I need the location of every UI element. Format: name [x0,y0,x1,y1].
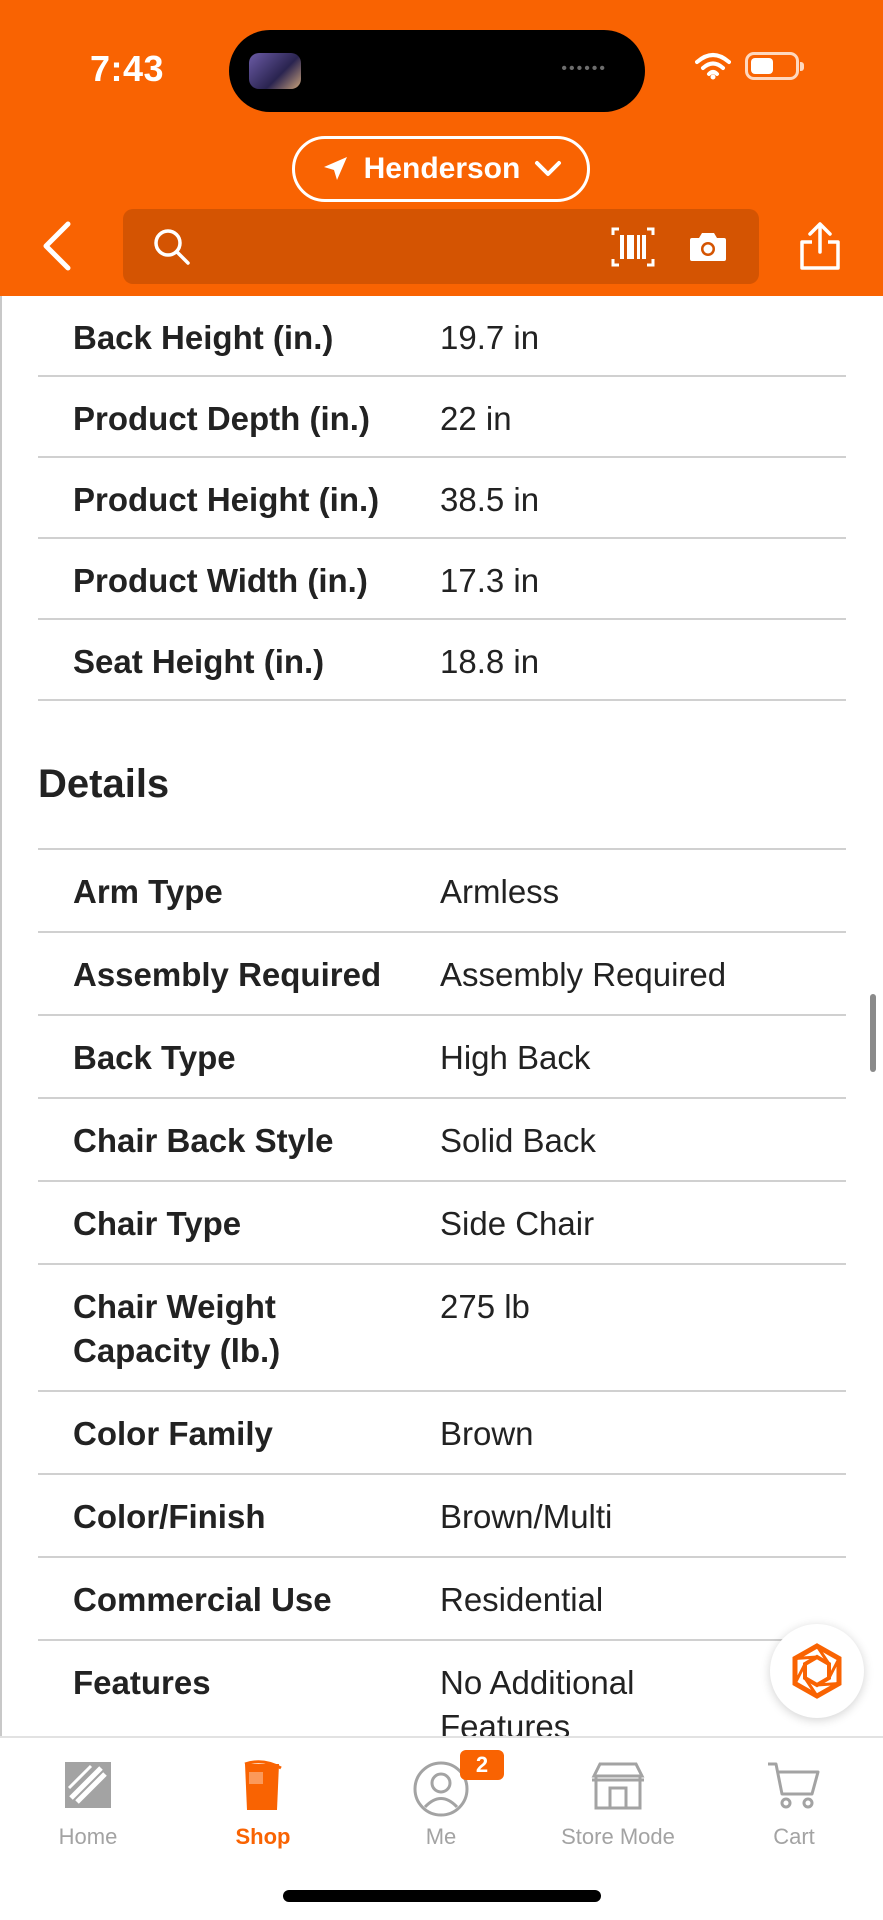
spec-value: Brown/Multi [440,1498,613,1535]
spec-label: Color/Finish [73,1498,266,1535]
island-indicator-dots: •••••• [561,60,607,77]
app-header: 7:43 •••••• Henderson [0,0,883,296]
spec-row: Chair Type Side Chair [38,1182,846,1265]
spec-row: Back Height (in.) 19.7 in [38,296,846,377]
spec-label: Chair Back Style [73,1122,334,1159]
spec-row: Product Width (in.) 17.3 in [38,539,846,620]
tab-me-label: Me [425,1824,457,1849]
details-table: Arm Type Armless Assembly Required Assem… [38,848,846,1736]
back-arrow-icon[interactable] [36,220,80,272]
search-input[interactable] [207,219,587,274]
barcode-scan-icon[interactable] [611,227,655,267]
spec-label: Seat Height (in.) [73,643,325,680]
chevron-down-icon [535,161,562,176]
camera-icon[interactable] [688,229,728,263]
cart-icon [768,1762,820,1809]
search-bar[interactable] [123,209,759,284]
spec-value: Assembly Required [440,956,727,993]
spec-row: Product Depth (in.) 22 in [38,377,846,458]
spec-value: 19.7 in [440,319,540,356]
store-icon [591,1762,645,1810]
live-activity-thumbnail [249,53,301,89]
spec-label: Features [73,1664,211,1701]
spec-label: Product Height (in.) [73,481,380,518]
spec-label: Product Width (in.) [73,562,368,599]
store-location-selector[interactable]: Henderson [292,136,590,202]
spec-label: Commercial Use [73,1581,332,1618]
spec-value: 275 lb [440,1288,530,1325]
spec-row: Product Height (in.) 38.5 in [38,458,846,539]
tab-store-mode-label: Store Mode [561,1824,675,1849]
specifications-content: Back Height (in.) 19.7 in Product Depth … [0,296,883,1736]
spec-label: Color Family [73,1415,273,1452]
spec-row: Seat Height (in.) 18.8 in [38,620,846,701]
spec-label: Assembly Required [73,956,382,993]
search-icon [154,229,190,265]
scrollbar[interactable] [870,994,876,1072]
spec-value: 38.5 in [440,481,540,518]
dimensions-table: Back Height (in.) 19.7 in Product Depth … [38,296,846,701]
tab-store-mode[interactable]: Store Mode [538,1752,698,1852]
spec-value: Residential [440,1581,604,1618]
spec-row: Assembly Required Assembly Required [38,933,846,1016]
status-time: 7:43 [90,48,165,89]
tab-shop[interactable]: Shop [183,1752,343,1852]
bucket-icon [244,1760,282,1810]
tab-cart[interactable]: Cart [714,1752,874,1852]
spec-row: Color Family Brown [38,1392,846,1475]
assistant-fab-button[interactable] [770,1624,864,1718]
spec-row: Features No Additional Features [38,1641,846,1736]
spec-label: Back Height (in.) [73,319,334,356]
tab-shop-label: Shop [235,1824,291,1849]
spec-label: Arm Type [73,873,223,910]
hexagon-logo-icon [792,1643,842,1699]
spec-value: Solid Back [440,1122,596,1159]
status-icons [695,52,804,80]
tab-cart-label: Cart [773,1824,815,1849]
store-location-name: Henderson [363,152,521,185]
spec-row: Chair Back Style Solid Back [38,1099,846,1182]
spec-label: Product Depth (in.) [73,400,370,437]
tab-home-label: Home [58,1824,118,1849]
tab-home[interactable]: Home [8,1752,168,1852]
spec-row: Commercial Use Residential [38,1558,846,1641]
spec-value: 17.3 in [440,562,540,599]
dynamic-island: •••••• [229,30,645,112]
home-depot-logo-icon [65,1762,111,1808]
product-specifications-screen: 7:43 •••••• Henderson Back Height (in.) … [0,0,883,1920]
content-left-border [0,296,2,1736]
spec-label: Back Type [73,1039,236,1076]
details-section-title: Details [38,762,170,806]
wifi-icon [695,53,731,80]
spec-value: Brown [440,1415,534,1452]
me-notification-badge: 2 [460,1750,504,1780]
spec-row: Back Type High Back [38,1016,846,1099]
spec-label: Chair Weight Capacity (lb.) [73,1288,281,1369]
spec-label: Chair Type [73,1205,242,1242]
battery-icon [745,52,804,80]
spec-value: Armless [440,873,560,910]
spec-value: High Back [440,1039,591,1076]
share-icon[interactable] [798,220,842,272]
spec-value: 18.8 in [440,643,540,680]
spec-value: 22 in [440,400,512,437]
spec-row: Arm Type Armless [38,850,846,933]
spec-row: Chair Weight Capacity (lb.) 275 lb [38,1265,846,1392]
location-arrow-icon [323,157,347,180]
spec-value: Side Chair [440,1205,595,1242]
spec-row: Color/Finish Brown/Multi [38,1475,846,1558]
home-indicator[interactable] [283,1890,601,1902]
